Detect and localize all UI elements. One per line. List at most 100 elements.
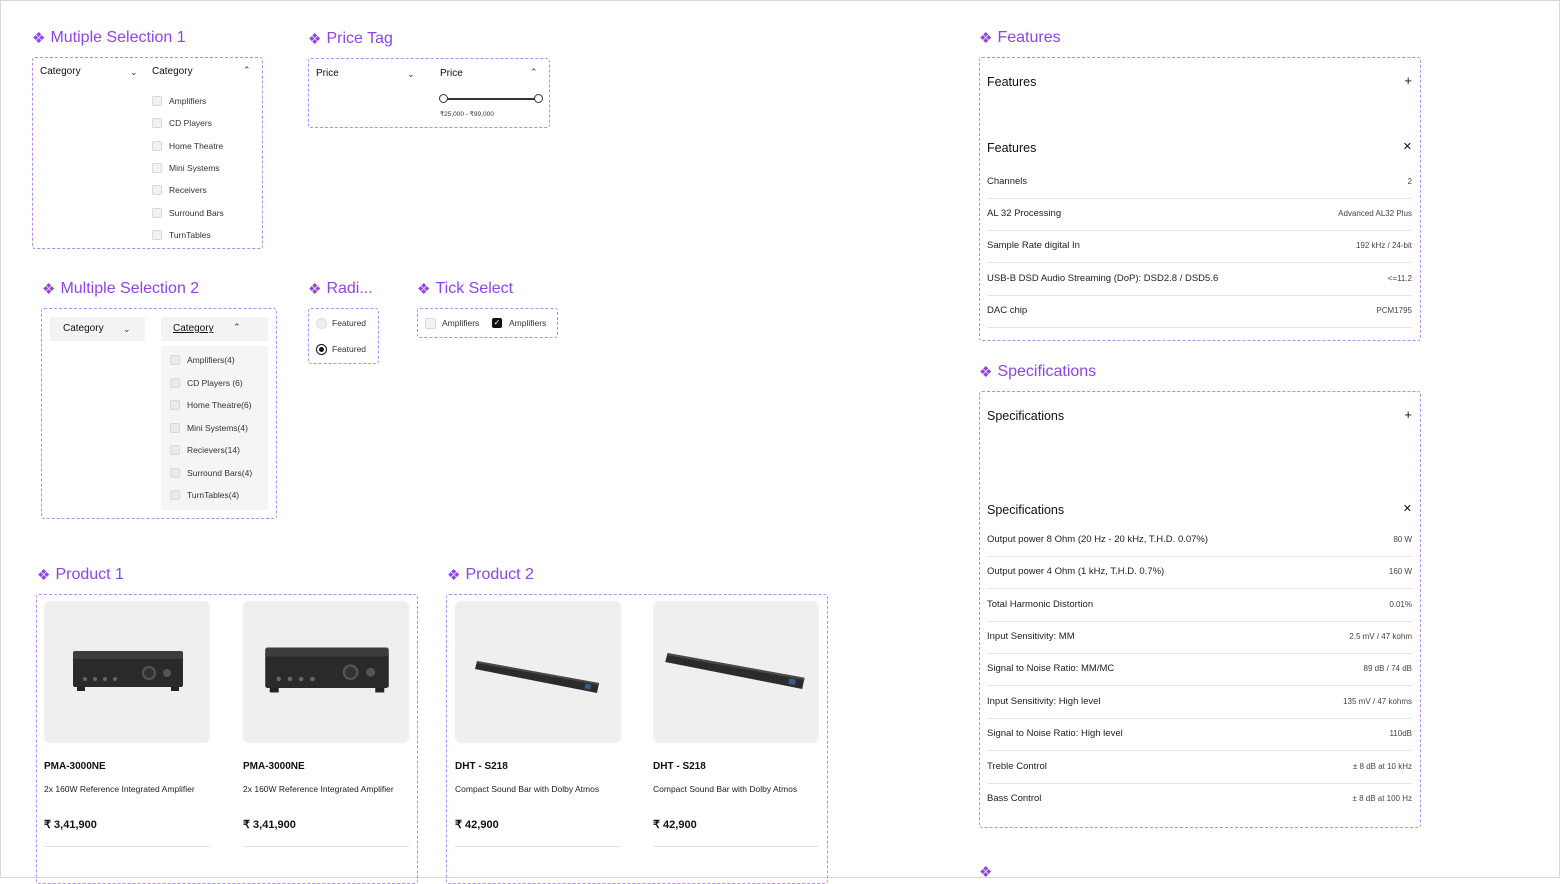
row-key: Input Sensitivity: High level bbox=[987, 696, 1101, 707]
component-diamond-icon: ❖ bbox=[32, 29, 46, 47]
checkbox[interactable] bbox=[170, 355, 180, 365]
component-diamond-icon: ❖ bbox=[417, 280, 431, 298]
spec-row: Input Sensitivity: High level 135 mV / 47… bbox=[987, 687, 1412, 719]
section-title-tick: ❖ Tick Select bbox=[417, 280, 513, 298]
features-accordion-collapsed[interactable]: Features + bbox=[987, 72, 1412, 94]
price-dropdown-open[interactable]: Price ⌃ bbox=[440, 64, 542, 84]
product-image[interactable] bbox=[455, 601, 621, 743]
spec-row: Signal to Noise Ratio: MM/MC 89 dB / 74 d… bbox=[987, 654, 1412, 686]
specs-accordion-expanded[interactable]: Specifications ✕ bbox=[987, 500, 1412, 522]
product-description: Compact Sound Bar with Dolby Atmos bbox=[653, 784, 798, 794]
product-name[interactable]: PMA-3000NE bbox=[44, 761, 106, 772]
product-price: ₹ 42,900 bbox=[455, 819, 499, 831]
checkbox-label: Amplifiers bbox=[509, 318, 547, 328]
component-diamond-icon: ❖ bbox=[308, 30, 322, 48]
option-label: Mini Systems(4) bbox=[187, 423, 248, 433]
radio-container bbox=[308, 308, 379, 364]
checkbox[interactable] bbox=[152, 185, 162, 195]
component-diamond-icon: ❖ bbox=[42, 280, 56, 298]
checkbox[interactable] bbox=[152, 118, 162, 128]
chevron-down-icon: ⌄ bbox=[407, 69, 415, 79]
product-image[interactable] bbox=[653, 601, 819, 743]
slider-handle-min[interactable] bbox=[439, 94, 448, 103]
product-name[interactable]: PMA-3000NE bbox=[243, 761, 305, 772]
row-value: ± 8 dB at 10 kHz bbox=[1352, 762, 1412, 771]
price-dropdown-closed[interactable]: Price ⌄ bbox=[316, 64, 416, 84]
product-image[interactable] bbox=[44, 601, 210, 743]
checkbox-unchecked[interactable] bbox=[425, 318, 436, 329]
row-value: <=11.2 bbox=[1387, 274, 1412, 283]
checkbox[interactable] bbox=[170, 400, 180, 410]
component-diamond-icon: ❖ bbox=[979, 363, 993, 381]
feature-row: DAC chip PCM1795 bbox=[987, 296, 1412, 328]
dropdown-label: Category bbox=[40, 66, 81, 77]
section-title-product2: ❖ Product 2 bbox=[447, 566, 534, 584]
row-key: Treble Control bbox=[987, 761, 1047, 772]
spec-row: Output power 4 Ohm (1 kHz, T.H.D. 0.7%) 1… bbox=[987, 557, 1412, 589]
row-key: Signal to Noise Ratio: High level bbox=[987, 728, 1123, 739]
product-image[interactable] bbox=[243, 601, 409, 743]
checkbox[interactable] bbox=[170, 445, 180, 455]
row-value: 135 mV / 47 kohms bbox=[1343, 697, 1412, 706]
product-description: 2x 160W Reference Integrated Amplifier bbox=[243, 784, 394, 794]
section-title-features: ❖ Features bbox=[979, 29, 1061, 47]
close-icon[interactable]: ✕ bbox=[1403, 140, 1412, 153]
checkbox[interactable] bbox=[152, 163, 162, 173]
plus-icon[interactable]: + bbox=[1404, 407, 1412, 422]
option-label: CD Players (6) bbox=[187, 378, 243, 388]
spec-row: Treble Control ± 8 dB at 10 kHz bbox=[987, 752, 1412, 784]
dropdown-label: Category bbox=[173, 323, 214, 334]
features-accordion-expanded[interactable]: Features ✕ bbox=[987, 138, 1412, 160]
option-label: Recievers(14) bbox=[187, 445, 240, 455]
checkbox[interactable] bbox=[152, 96, 162, 106]
component-diamond-icon: ❖ bbox=[979, 866, 993, 878]
slider-handle-max[interactable] bbox=[534, 94, 543, 103]
plus-icon[interactable]: + bbox=[1404, 73, 1412, 88]
accordion-header: Features bbox=[987, 75, 1037, 89]
row-value: Advanced AL32 Plus bbox=[1338, 209, 1412, 218]
checkbox[interactable] bbox=[170, 423, 180, 433]
dropdown-label: Category bbox=[152, 66, 193, 77]
close-icon[interactable]: ✕ bbox=[1403, 502, 1412, 515]
option-label: Mini Systems bbox=[169, 163, 220, 173]
option-label: TurnTables(4) bbox=[187, 490, 240, 500]
radio-dot bbox=[319, 347, 324, 352]
checkbox-checked[interactable]: ✓ bbox=[492, 318, 502, 328]
section-title-ms1: ❖ Mutiple Selection 1 bbox=[32, 29, 186, 47]
section-title-text: Price Tag bbox=[326, 30, 393, 47]
radio-selected[interactable] bbox=[316, 344, 327, 355]
soundbar-image bbox=[665, 653, 805, 689]
product-price: ₹ 42,900 bbox=[653, 819, 697, 831]
checkbox[interactable] bbox=[152, 230, 162, 240]
card-divider bbox=[44, 846, 210, 847]
checkbox[interactable] bbox=[152, 208, 162, 218]
row-key: Total Harmonic Distortion bbox=[987, 599, 1094, 610]
section-title-radio: ❖ Radi... bbox=[308, 280, 373, 298]
product-description: Compact Sound Bar with Dolby Atmos bbox=[455, 784, 600, 794]
chevron-down-icon: ⌄ bbox=[130, 67, 138, 77]
checkbox-label: Amplifiers bbox=[442, 318, 480, 328]
radio-unselected[interactable] bbox=[316, 318, 327, 329]
section-title-text: Radi... bbox=[326, 280, 373, 297]
row-value: PCM1795 bbox=[1376, 306, 1412, 315]
component-diamond-icon: ❖ bbox=[979, 29, 993, 47]
category-dropdown-open[interactable]: Category ⌃ bbox=[152, 62, 256, 82]
specs-accordion-collapsed[interactable]: Specifications + bbox=[987, 406, 1412, 428]
section-title-text: Product 2 bbox=[465, 566, 534, 583]
product-name[interactable]: DHT - S218 bbox=[653, 761, 706, 772]
category-dropdown-closed[interactable]: Category ⌄ bbox=[50, 317, 145, 341]
chevron-down-icon: ⌄ bbox=[123, 324, 131, 334]
component-diamond-icon: ❖ bbox=[308, 280, 322, 298]
category-dropdown-closed[interactable]: Category ⌄ bbox=[40, 62, 140, 82]
accordion-header: Specifications bbox=[987, 409, 1065, 423]
row-value: 0.01% bbox=[1389, 600, 1412, 609]
category-dropdown-open[interactable]: Category ⌃ bbox=[161, 317, 268, 341]
section-title-price: ❖ Price Tag bbox=[308, 30, 393, 48]
option-label: TurnTables bbox=[169, 230, 211, 240]
product-name[interactable]: DHT - S218 bbox=[455, 761, 508, 772]
checkbox[interactable] bbox=[170, 468, 180, 478]
checkbox[interactable] bbox=[170, 378, 180, 388]
checkbox[interactable] bbox=[170, 490, 180, 500]
checkbox[interactable] bbox=[152, 141, 162, 151]
row-key: Channels bbox=[987, 176, 1028, 187]
